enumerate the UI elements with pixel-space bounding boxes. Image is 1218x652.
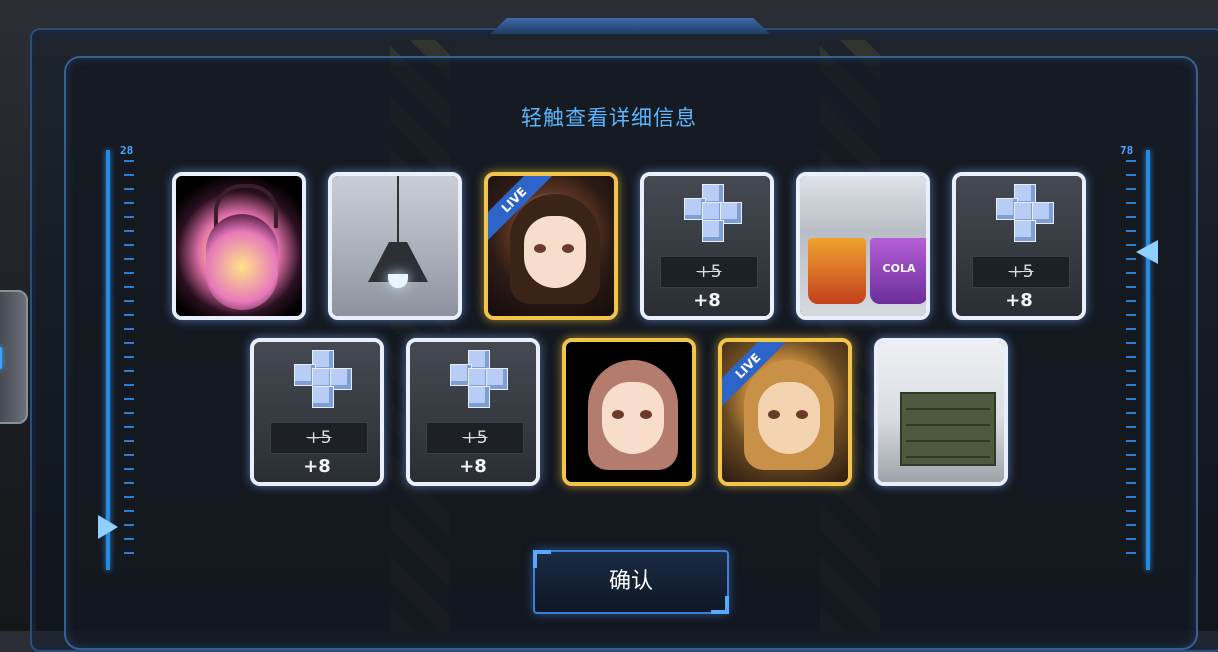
right-ruler-number: 78 — [1120, 144, 1134, 157]
new-value: +8 — [303, 456, 331, 477]
reward-card-cabinet[interactable] — [874, 338, 1008, 486]
old-value: +5 — [972, 256, 1070, 288]
confirm-button[interactable]: 确认 — [533, 550, 729, 614]
reward-card-cube[interactable]: +5 +8 — [952, 172, 1086, 320]
reward-card-cola[interactable]: COLA — [796, 172, 930, 320]
filing-cabinet-icon — [878, 342, 1004, 482]
cola-label: COLA — [882, 262, 916, 275]
side-device-decoration — [0, 290, 28, 424]
cola-popcorn-icon: COLA — [800, 176, 926, 316]
reward-card-character-1[interactable]: LIVE — [484, 172, 618, 320]
reward-card-character-3[interactable]: LIVE — [718, 338, 852, 486]
dialog-title: 轻触查看详细信息 — [521, 106, 697, 130]
new-value: +8 — [1005, 290, 1033, 311]
left-marker-icon — [98, 515, 118, 539]
old-value: +5 — [660, 256, 758, 288]
new-value: +8 — [693, 290, 721, 311]
old-value: +5 — [426, 422, 524, 454]
reward-card-cube[interactable]: +5 +8 — [250, 338, 384, 486]
character-portrait — [566, 342, 692, 482]
right-marker-icon — [1136, 240, 1158, 264]
left-ruler-number: 28 — [120, 144, 134, 157]
reward-card-character-2[interactable] — [562, 338, 696, 486]
reward-card-lamp[interactable] — [328, 172, 462, 320]
new-value: +8 — [459, 456, 487, 477]
lantern-icon — [176, 176, 302, 316]
reward-card-cube[interactable]: +5 +8 — [406, 338, 540, 486]
left-ruler: 28 — [106, 144, 136, 570]
lamp-icon — [332, 176, 458, 316]
top-tab-decoration — [490, 18, 770, 34]
right-ruler: 78 — [1120, 144, 1152, 570]
reward-card-lantern[interactable] — [172, 172, 306, 320]
reward-card-cube[interactable]: +5 +8 — [640, 172, 774, 320]
old-value: +5 — [270, 422, 368, 454]
